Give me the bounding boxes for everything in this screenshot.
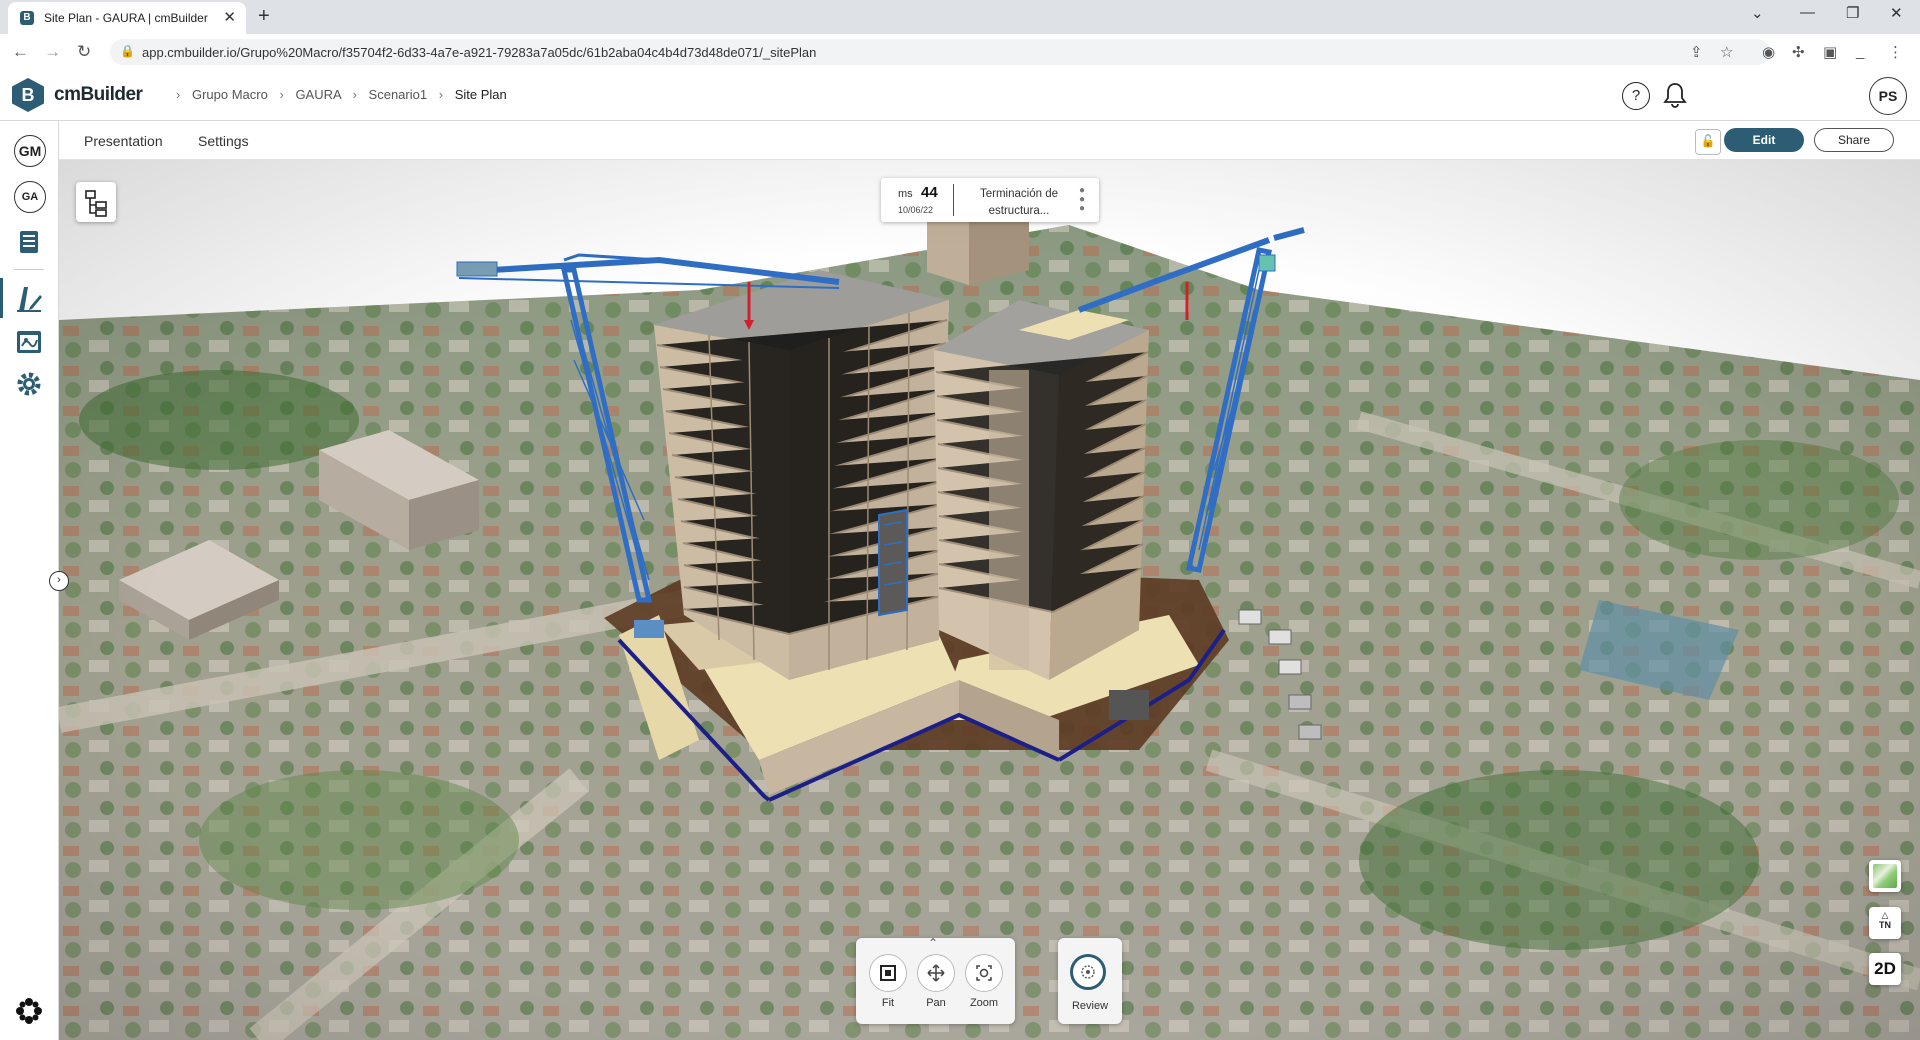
minimize-icon[interactable]: — [1800, 4, 1815, 21]
bell-icon[interactable] [1660, 80, 1690, 115]
avatar[interactable]: PS [1869, 77, 1907, 115]
lock-toggle-icon[interactable]: 🔓 [1695, 129, 1721, 155]
chevron-up-icon[interactable]: ⌃ [928, 936, 938, 950]
sub-header: Presentation Settings 🔓 Edit Share [59, 121, 1920, 160]
calendar-board-icon[interactable] [14, 326, 44, 356]
satellite-map-icon [1873, 864, 1897, 888]
lock-icon: 🔒 [120, 44, 135, 58]
review-label: Review [1071, 1000, 1109, 1012]
milestone-prefix: ms [898, 188, 913, 200]
favicon-icon: B [20, 11, 34, 25]
logo-icon[interactable]: B [12, 78, 44, 112]
breadcrumb-org[interactable]: Grupo Macro [192, 87, 268, 102]
profile-icon[interactable]: _ [1856, 43, 1864, 60]
project-avatar[interactable]: GA [14, 181, 46, 213]
reload-icon[interactable]: ↻ [77, 42, 91, 62]
breadcrumb: › Grupo Macro › GAURA › Scenario1 › Site… [168, 87, 507, 102]
breadcrumb-current: Site Plan [454, 87, 507, 102]
back-icon[interactable]: ← [12, 42, 29, 62]
pan-button[interactable]: Pan [916, 954, 956, 1009]
url-field[interactable]: 🔒 app.cmbuilder.io/Grupo%20Macro/f35704f… [110, 39, 1770, 65]
breadcrumb-separator-icon: › [176, 87, 181, 102]
milestone-kebab-icon[interactable]: ● ● ● [1078, 186, 1086, 214]
browser-tab[interactable]: B Site Plan - GAURA | cmBuilder ✕ [8, 2, 246, 34]
tab-close-icon[interactable]: ✕ [223, 8, 236, 26]
view-mode-label: 2D [1874, 959, 1896, 978]
milestone-date: 10/06/22 [898, 205, 934, 215]
gear-icon[interactable] [14, 369, 44, 399]
zoom-icon [976, 965, 992, 981]
review-button[interactable]: Review [1058, 938, 1122, 1024]
bookmark-star-icon[interactable]: ☆ [1720, 43, 1733, 61]
app-header: B cmBuilder › Grupo Macro › GAURA › Scen… [0, 70, 1920, 121]
milestone-number: 44 [921, 184, 938, 201]
site-plan-3d-viewport[interactable]: ms 44 10/06/22 Terminación de estructura… [59, 160, 1920, 1040]
breadcrumb-scenario[interactable]: Scenario1 [369, 87, 428, 102]
breadcrumb-separator-icon: › [279, 87, 284, 102]
restore-icon[interactable]: ❐ [1846, 4, 1859, 22]
puzzle-icon[interactable]: ✣ [1792, 43, 1805, 61]
breadcrumb-separator-icon: › [352, 87, 357, 102]
sidebar-active-indicator [0, 278, 3, 318]
north-arrow-icon: △ [1881, 910, 1889, 920]
view-mode-toggle[interactable]: 2D [1869, 953, 1901, 985]
zoom-label: Zoom [969, 997, 999, 1009]
logo-text[interactable]: cmBuilder [54, 84, 143, 106]
extension-icon[interactable]: ◉ [1762, 43, 1775, 61]
zoom-button[interactable]: Zoom [964, 954, 1004, 1009]
tab-presentation[interactable]: Presentation [84, 133, 163, 149]
address-bar: ← → ↻ 🔒 app.cmbuilder.io/Grupo%20Macro/f… [0, 34, 1920, 71]
book-icon[interactable] [14, 228, 44, 258]
new-tab-icon[interactable]: + [258, 5, 270, 28]
site-scene[interactable] [59, 160, 1920, 1040]
browser-tab-bar: B Site Plan - GAURA | cmBuilder ✕ + ⌄ — … [0, 0, 1920, 34]
tab-title: Site Plan - GAURA | cmBuilder [44, 11, 208, 25]
fit-label: Fit [881, 997, 895, 1009]
tab-settings[interactable]: Settings [198, 133, 249, 149]
share-button[interactable]: Share [1814, 128, 1894, 152]
milestone-card[interactable]: ms 44 10/06/22 Terminación de estructura… [881, 178, 1099, 222]
breadcrumb-separator-icon: › [438, 87, 444, 102]
hierarchy-tree-icon[interactable] [76, 182, 116, 222]
app-switcher-icon[interactable] [15, 997, 43, 1030]
fit-icon [880, 965, 896, 981]
review-icon [1081, 965, 1095, 979]
menu-kebab-icon[interactable]: ⋮ [1888, 43, 1903, 61]
satellite-layer-button[interactable] [1869, 860, 1901, 892]
true-north-button[interactable]: △ TN [1869, 907, 1901, 939]
sidepanel-icon[interactable]: ▣ [1823, 43, 1837, 61]
pan-label: Pan [926, 997, 946, 1009]
tab-search-icon[interactable]: ⌄ [1751, 4, 1764, 22]
sidebar-divider [14, 269, 44, 270]
share-page-icon[interactable]: ⇪ [1690, 43, 1703, 61]
milestone-divider [953, 184, 954, 216]
pan-icon [927, 964, 945, 982]
close-window-icon[interactable]: ✕ [1890, 4, 1903, 22]
org-avatar[interactable]: GM [14, 135, 46, 167]
sidebar-expand-icon[interactable]: › [49, 571, 69, 591]
fit-button[interactable]: Fit [868, 954, 908, 1009]
milestone-description: Terminación de estructura... [980, 188, 1058, 217]
site-plan-pencil-icon[interactable] [14, 283, 44, 313]
scene-vignette [59, 160, 1920, 1040]
forward-icon[interactable]: → [44, 42, 61, 62]
view-toolbar: ⌃ Fit Pan Zoom [856, 936, 1015, 1024]
edit-button[interactable]: Edit [1724, 128, 1804, 152]
breadcrumb-project[interactable]: GAURA [295, 87, 341, 102]
help-icon[interactable]: ? [1622, 82, 1650, 110]
url-text: app.cmbuilder.io/Grupo%20Macro/f35704f2-… [142, 45, 817, 60]
true-north-label: TN [1879, 920, 1891, 930]
